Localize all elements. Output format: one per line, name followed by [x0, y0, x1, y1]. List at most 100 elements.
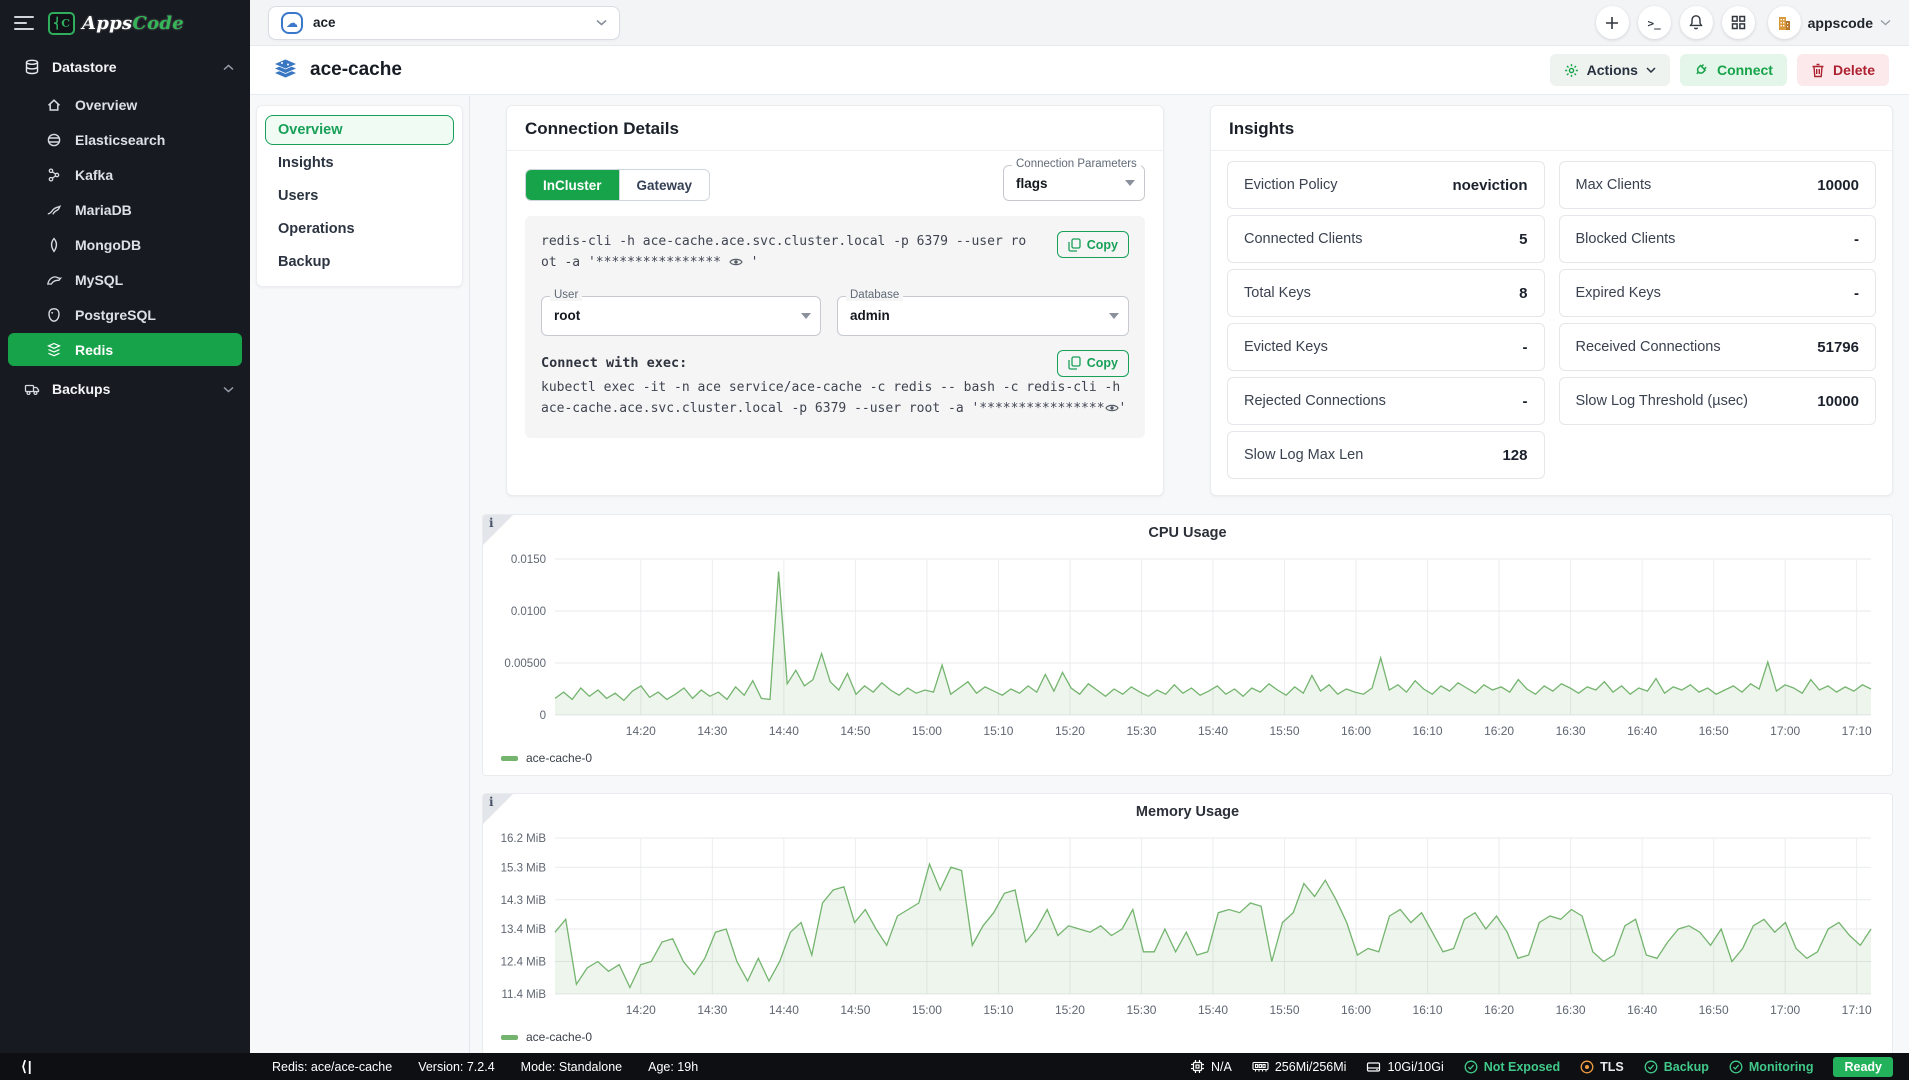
user-select[interactable]: User root: [541, 288, 821, 336]
svg-text:16:20: 16:20: [1484, 1003, 1514, 1017]
copy-cli-button[interactable]: Copy: [1056, 231, 1129, 258]
svg-text:16:40: 16:40: [1627, 1003, 1657, 1017]
cloud-icon: ☁: [281, 11, 303, 34]
stat-expired-keys: Expired Keys -: [1558, 269, 1876, 317]
footer-info-item: Redis: ace/ace-cache: [272, 1059, 393, 1074]
stat-total-keys: Total Keys 8: [1227, 269, 1545, 317]
tab-incluster[interactable]: InCluster: [526, 170, 619, 200]
terminal-button[interactable]: >_: [1637, 6, 1671, 39]
sidebar-item-mysql[interactable]: MySQL: [8, 263, 242, 296]
sidebar-section-backups[interactable]: Backups: [0, 368, 250, 408]
sidebar-item-mariadb[interactable]: MariaDB: [8, 193, 242, 226]
info-icon[interactable]: i: [483, 794, 513, 824]
exec-label: Connect with exec:: [541, 355, 688, 372]
chart-legend[interactable]: ace-cache-0: [491, 749, 1884, 771]
svg-text:14:20: 14:20: [626, 724, 656, 738]
footer-info-item: Age: 19h: [648, 1059, 699, 1074]
tab-backup[interactable]: Backup: [265, 247, 454, 277]
disk-icon: [1366, 1060, 1381, 1074]
svg-text:14:40: 14:40: [769, 1003, 799, 1017]
insights-title: Insights: [1229, 119, 1295, 138]
svg-text:12.4 MiB: 12.4 MiB: [501, 957, 547, 969]
chevron-down-icon: [1646, 67, 1656, 73]
check-circle-icon: [1729, 1060, 1743, 1074]
footer-resource-disk: 10Gi/10Gi: [1366, 1060, 1444, 1074]
connection-mode-tabs: InCluster Gateway: [525, 169, 711, 201]
svg-text:11.4 MiB: 11.4 MiB: [501, 989, 546, 1001]
footer-info: Redis: ace/ace-cache Version: 7.2.4 Mode: …: [272, 1060, 698, 1074]
sidebar: ⎨C AppsCode Datastore Overview Elasticsear…: [0, 0, 250, 1053]
tab-users[interactable]: Users: [265, 181, 454, 211]
bell-button[interactable]: [1679, 6, 1713, 39]
chevron-down-icon: [1125, 180, 1135, 186]
tab-overview[interactable]: Overview: [265, 115, 454, 145]
svg-text:15:30: 15:30: [1126, 1003, 1156, 1017]
svg-text:15:20: 15:20: [1055, 1003, 1085, 1017]
database-select[interactable]: Database admin: [837, 288, 1129, 336]
connect-button[interactable]: Connect: [1679, 54, 1787, 86]
eye-icon[interactable]: [729, 257, 743, 267]
chart-plot: 14:20 14:30 14:40 14:50 15:00 15:10 15:20 15:30…: [501, 833, 1872, 1017]
tab-operations[interactable]: Operations: [265, 214, 454, 244]
svg-text:15.3 MiB: 15.3 MiB: [501, 862, 547, 874]
info-icon[interactable]: i: [483, 515, 513, 545]
plus-button[interactable]: [1595, 6, 1629, 39]
postgresql-icon: [46, 307, 62, 323]
tab-gateway[interactable]: Gateway: [618, 170, 710, 200]
svg-text:15:10: 15:10: [983, 1003, 1013, 1017]
stat-max-clients: Max Clients 10000: [1558, 161, 1876, 209]
svg-text:16:00: 16:00: [1341, 1003, 1371, 1017]
footer-right: N/A 256Mi/256Mi 10Gi/10Gi Not Exposed TLS Bac…: [1190, 1056, 1909, 1077]
svg-text:14:50: 14:50: [840, 724, 870, 738]
terminal-icon: >_: [1647, 17, 1661, 30]
sidebar-item-postgresql[interactable]: PostgreSQL: [8, 298, 242, 331]
namespace-select[interactable]: ☁ ace: [268, 5, 620, 40]
topbar-actions: >_ appscode: [1595, 6, 1891, 39]
copy-exec-button[interactable]: Copy: [1056, 349, 1129, 377]
insights-card: Insights Eviction Policy noeviction Max Cl…: [1210, 105, 1893, 496]
svg-text:15:40: 15:40: [1198, 1003, 1228, 1017]
appscode-logo[interactable]: ⎨C AppsCode: [48, 11, 184, 35]
svg-text:16:10: 16:10: [1413, 724, 1443, 738]
svg-text:16:40: 16:40: [1627, 724, 1657, 738]
apps-grid-button[interactable]: [1721, 6, 1755, 39]
svg-text:15:20: 15:20: [1055, 724, 1085, 738]
chart-panel-memory-usage: i Memory Usage 14:20 14:30 14:40 14:50 15:00 15…: [482, 793, 1893, 1053]
legend-swatch: [501, 1034, 518, 1040]
tab-insights[interactable]: Insights: [265, 148, 454, 178]
sidebar-item-kafka[interactable]: Kafka: [8, 158, 242, 191]
svg-text:17:00: 17:00: [1770, 1003, 1800, 1017]
user-menu[interactable]: appscode: [1767, 6, 1891, 39]
sidebar-toggle-icon[interactable]: [14, 12, 34, 34]
svg-text:16:50: 16:50: [1699, 724, 1729, 738]
subnav: Overview Insights Users Operations Backup: [256, 105, 463, 287]
eye-icon[interactable]: [1104, 403, 1119, 413]
memory-icon: [1252, 1060, 1269, 1073]
sidebar-item-mongodb[interactable]: MongoDB: [8, 228, 242, 261]
appscode-logo-icon: ⎨C: [48, 11, 75, 35]
stat-connected-clients: Connected Clients 5: [1227, 215, 1545, 263]
footer-resource-cpu: N/A: [1190, 1059, 1232, 1074]
sidebar-item-redis[interactable]: Redis: [8, 333, 242, 366]
svg-text:15:00: 15:00: [912, 1003, 942, 1017]
topbar: ☁ ace >_ appscode: [250, 0, 1909, 46]
ready-badge[interactable]: Ready: [1833, 1056, 1893, 1077]
elasticsearch-icon: [46, 132, 62, 148]
sidebar-section-datastore[interactable]: Datastore: [0, 46, 250, 86]
chart-legend[interactable]: ace-cache-0: [491, 1028, 1884, 1050]
svg-text:16:50: 16:50: [1699, 1003, 1729, 1017]
connection-details-card: Connection Details InCluster Gateway Con…: [506, 105, 1164, 496]
sidebar-item-overview[interactable]: Overview: [8, 88, 242, 121]
redis-resource-icon: [272, 58, 299, 83]
user-name: appscode: [1807, 14, 1873, 31]
cpu-icon: [1190, 1059, 1205, 1074]
connection-parameters-select[interactable]: Connection Parameters flags: [1003, 158, 1145, 201]
actions-button[interactable]: Actions: [1549, 54, 1670, 86]
svg-text:15:00: 15:00: [912, 724, 942, 738]
plus-icon: [1604, 15, 1620, 31]
svg-text:14:20: 14:20: [626, 1003, 656, 1017]
sidebar-item-elasticsearch[interactable]: Elasticsearch: [8, 123, 242, 156]
mysql-icon: [46, 272, 62, 288]
collapse-footer-icon[interactable]: ⟨|: [0, 1058, 54, 1075]
delete-button[interactable]: Delete: [1796, 54, 1889, 86]
